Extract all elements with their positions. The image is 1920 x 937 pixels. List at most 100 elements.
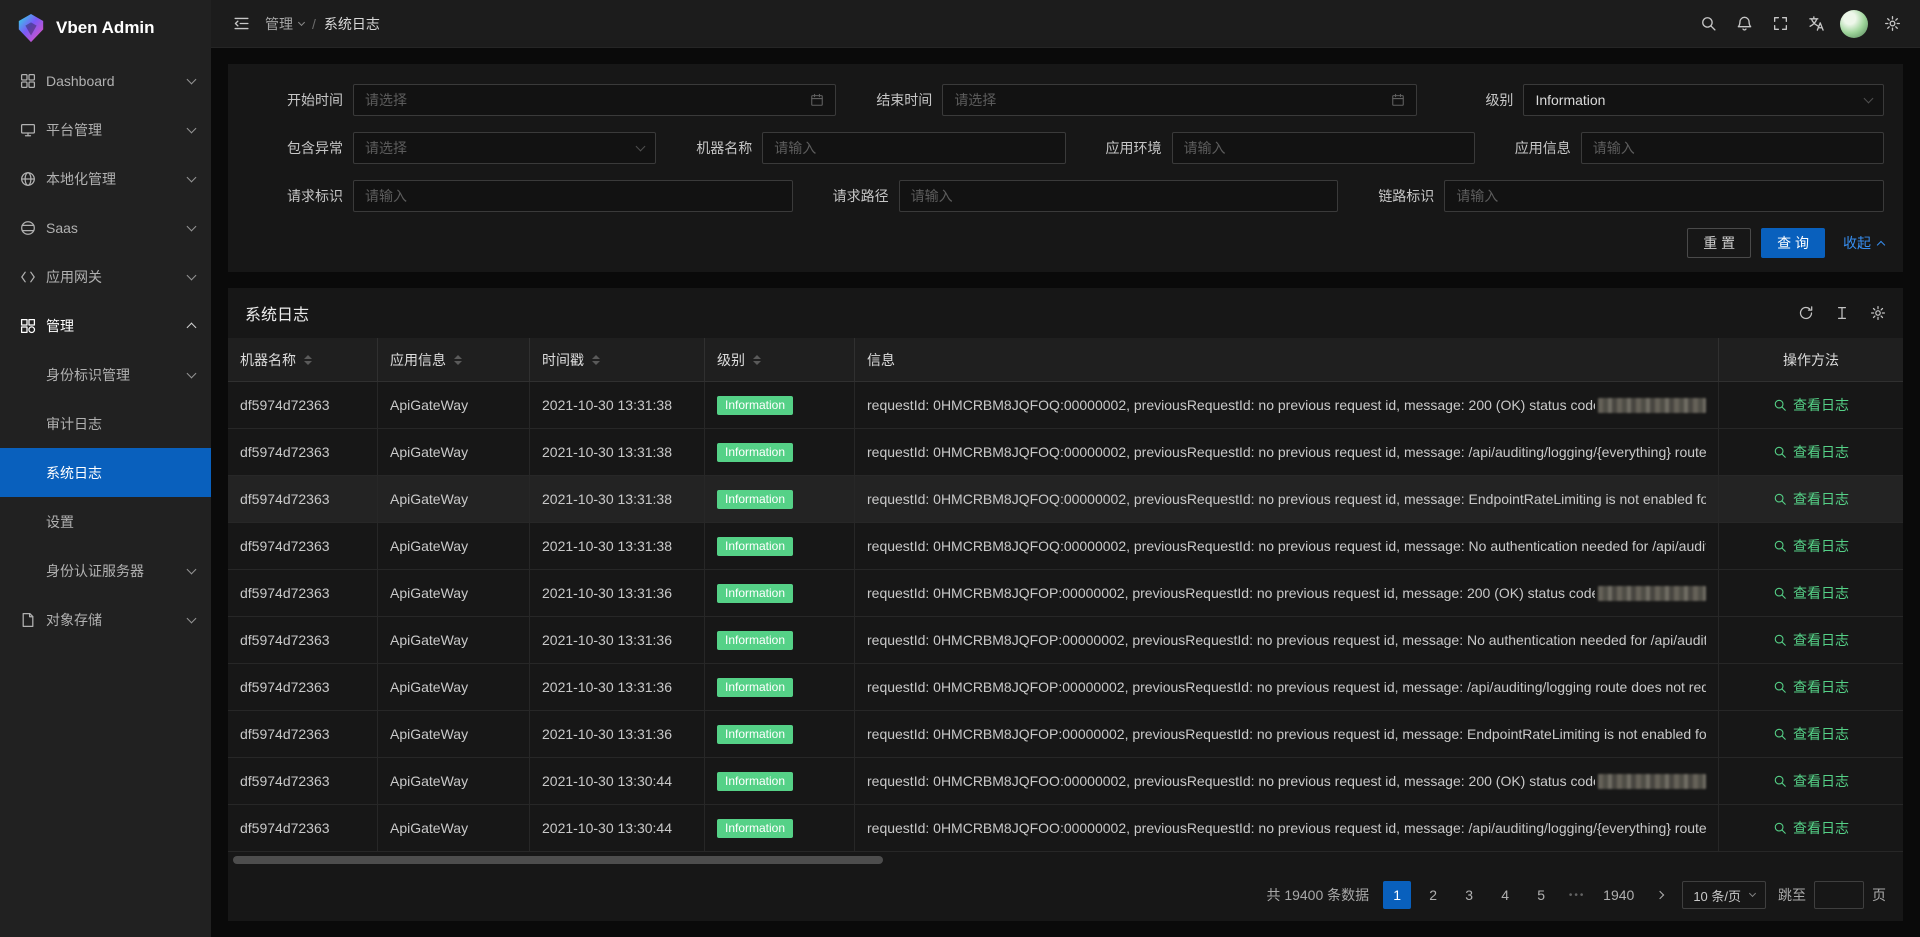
sidebar-item-label: 应用网关 — [46, 267, 188, 287]
sidebar-item-label: 设置 — [46, 512, 195, 532]
machine-name-input[interactable] — [762, 132, 1065, 164]
has-exception-select[interactable]: 请选择 — [353, 132, 656, 164]
pagination-ellipsis[interactable]: ••• — [1563, 881, 1591, 909]
column-header-time[interactable]: 时间戳 — [530, 338, 705, 381]
page-button-1[interactable]: 1 — [1383, 881, 1411, 909]
column-height-icon[interactable] — [1834, 305, 1850, 321]
next-page-button[interactable] — [1646, 881, 1674, 909]
cell-action: 查看日志 — [1719, 523, 1903, 569]
view-log-link[interactable]: 查看日志 — [1773, 583, 1849, 603]
search-button[interactable]: 查 询 — [1761, 228, 1825, 258]
view-log-link[interactable]: 查看日志 — [1773, 489, 1849, 509]
has-exception-value: 请选择 — [365, 138, 629, 158]
message-text: requestId: 0HMCRBM8JQFOP:00000002, previ… — [867, 585, 1595, 601]
filter-row: 开始时间请选择结束时间请选择级别Information — [247, 84, 1884, 116]
cell-app-info: ApiGateWay — [378, 429, 530, 475]
request-id-input-field[interactable] — [365, 188, 781, 204]
cell-machine-name: df5974d72363 — [228, 617, 378, 663]
filter-field-level: 级别Information — [1417, 84, 1884, 116]
collapse-link[interactable]: 收起 — [1843, 233, 1884, 253]
table-row: df5974d72363ApiGateWay2021-10-30 13:31:3… — [228, 617, 1903, 664]
sidebar-item-object-storage[interactable]: 对象存储 — [0, 595, 211, 644]
search-icon[interactable] — [1690, 0, 1726, 48]
sidebar-item-dashboard[interactable]: Dashboard — [0, 56, 211, 105]
view-log-link[interactable]: 查看日志 — [1773, 536, 1849, 556]
cell-app-info: ApiGateWay — [378, 570, 530, 616]
page-button-1940[interactable]: 1940 — [1599, 881, 1638, 909]
app-info-input[interactable] — [1581, 132, 1884, 164]
view-log-link[interactable]: 查看日志 — [1773, 724, 1849, 744]
fullscreen-icon[interactable] — [1762, 0, 1798, 48]
filter-row: 包含异常请选择机器名称应用环境应用信息 — [247, 132, 1884, 164]
sidebar-item-settings[interactable]: 设置 — [0, 497, 211, 546]
sidebar-item-management[interactable]: 管理 — [0, 301, 211, 350]
view-log-link[interactable]: 查看日志 — [1773, 818, 1849, 838]
view-log-link[interactable]: 查看日志 — [1773, 630, 1849, 650]
start-time-date[interactable]: 请选择 — [353, 84, 836, 116]
view-log-link[interactable]: 查看日志 — [1773, 395, 1849, 415]
redacted-block — [1598, 586, 1706, 601]
request-path-input[interactable] — [899, 180, 1339, 212]
sort-asc-caret — [454, 355, 462, 359]
cell-message: requestId: 0HMCRBM8JQFOP:00000002, previ… — [855, 711, 1719, 757]
page-button-2[interactable]: 2 — [1419, 881, 1447, 909]
machine-name-input-field[interactable] — [774, 140, 1053, 156]
level-badge: Information — [717, 631, 793, 650]
filter-label-start-time: 开始时间 — [247, 90, 343, 110]
sidebar-item-gateway[interactable]: 应用网关 — [0, 252, 211, 301]
jump-label: 跳至 — [1778, 885, 1806, 905]
user-avatar[interactable] — [1840, 10, 1868, 38]
filter-row: 请求标识请求路径链路标识 — [247, 180, 1884, 212]
scrollbar-thumb[interactable] — [233, 856, 883, 864]
level-badge: Information — [717, 725, 793, 744]
jump-page-input[interactable] — [1814, 881, 1864, 909]
request-path-input-field[interactable] — [911, 188, 1327, 204]
settings-gear-icon[interactable] — [1874, 0, 1910, 48]
page-size-select[interactable]: 10 条/页 — [1682, 881, 1766, 909]
chevron-down-icon — [1864, 94, 1874, 104]
cell-action: 查看日志 — [1719, 805, 1903, 851]
cell-timestamp: 2021-10-30 13:31:36 — [530, 570, 705, 616]
column-header-app[interactable]: 应用信息 — [378, 338, 530, 381]
chevron-down-icon — [636, 142, 646, 152]
cell-app-info: ApiGateWay — [378, 523, 530, 569]
app-environment-input-field[interactable] — [1184, 140, 1463, 156]
view-log-link[interactable]: 查看日志 — [1773, 771, 1849, 791]
cell-machine-name: df5974d72363 — [228, 382, 378, 428]
cell-message: requestId: 0HMCRBM8JQFOP:00000002, previ… — [855, 664, 1719, 710]
sidebar-item-system-logs[interactable]: 系统日志 — [0, 448, 211, 497]
trace-id-input-field[interactable] — [1456, 188, 1872, 204]
saas-icon — [20, 220, 36, 236]
notification-bell-icon[interactable] — [1726, 0, 1762, 48]
reset-button[interactable]: 重 置 — [1687, 228, 1751, 258]
breadcrumb-item-manage[interactable]: 管理 — [265, 14, 304, 34]
end-time-date[interactable]: 请选择 — [942, 84, 1417, 116]
sidebar-item-localization[interactable]: 本地化管理 — [0, 154, 211, 203]
table-row: df5974d72363ApiGateWay2021-10-30 13:31:3… — [228, 476, 1903, 523]
table-row: df5974d72363ApiGateWay2021-10-30 13:31:3… — [228, 711, 1903, 758]
translate-icon[interactable] — [1798, 0, 1834, 48]
sidebar-item-saas[interactable]: Saas — [0, 203, 211, 252]
sidebar-item-identity[interactable]: 身份标识管理 — [0, 350, 211, 399]
page-button-5[interactable]: 5 — [1527, 881, 1555, 909]
sidebar-item-label: Saas — [46, 220, 188, 236]
table-toolbar — [1798, 305, 1886, 321]
column-header-level[interactable]: 级别 — [705, 338, 855, 381]
sidebar-item-audit-logs[interactable]: 审计日志 — [0, 399, 211, 448]
sidebar-item-platform[interactable]: 平台管理 — [0, 105, 211, 154]
request-id-input[interactable] — [353, 180, 793, 212]
menu-fold-icon[interactable] — [227, 0, 255, 48]
page-button-4[interactable]: 4 — [1491, 881, 1519, 909]
page-button-3[interactable]: 3 — [1455, 881, 1483, 909]
trace-id-input[interactable] — [1444, 180, 1884, 212]
app-info-input-field[interactable] — [1593, 140, 1872, 156]
view-log-link[interactable]: 查看日志 — [1773, 677, 1849, 697]
sidebar-item-auth-server[interactable]: 身份认证服务器 — [0, 546, 211, 595]
refresh-icon[interactable] — [1798, 305, 1814, 321]
table-settings-gear-icon[interactable] — [1870, 305, 1886, 321]
column-header-machine[interactable]: 机器名称 — [228, 338, 378, 381]
logo[interactable]: Vben Admin — [0, 0, 211, 56]
level-select[interactable]: Information — [1523, 84, 1884, 116]
view-log-link[interactable]: 查看日志 — [1773, 442, 1849, 462]
app-environment-input[interactable] — [1172, 132, 1475, 164]
